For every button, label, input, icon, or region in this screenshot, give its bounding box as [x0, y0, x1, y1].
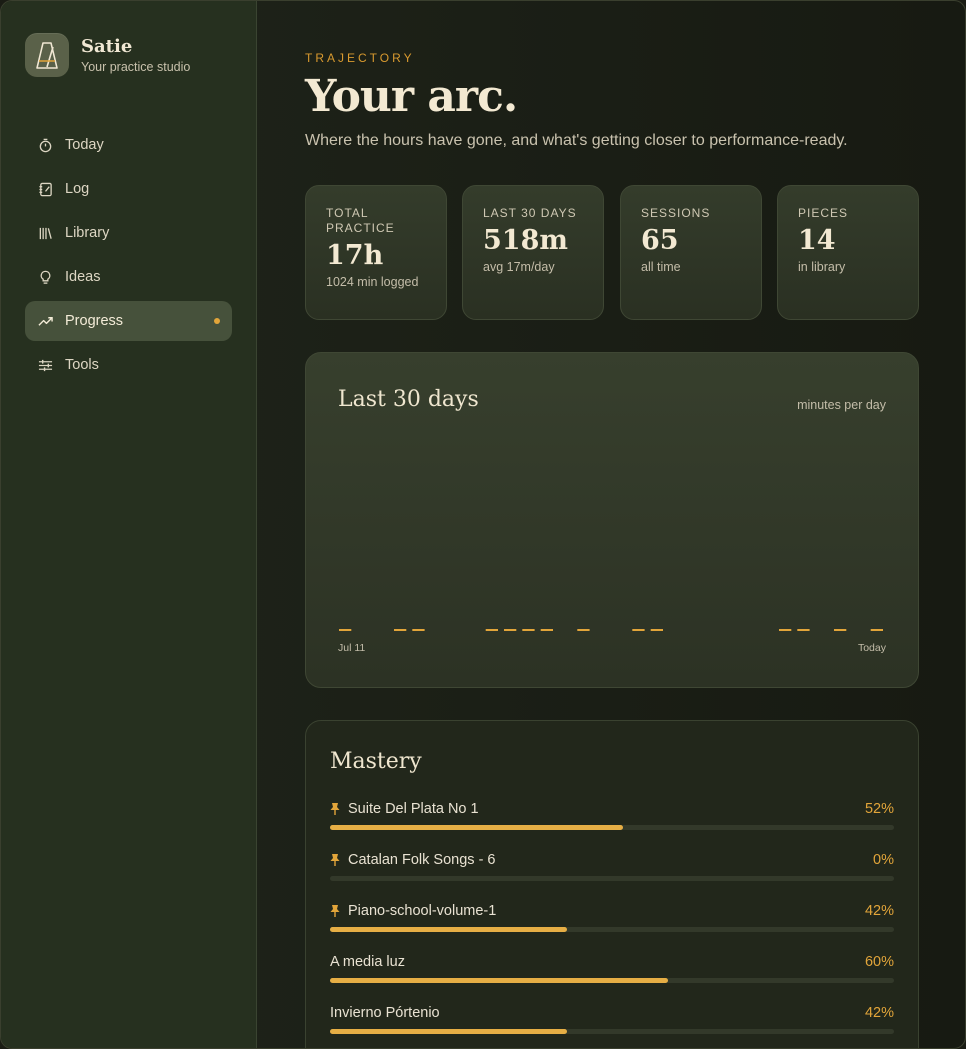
stat-value: 65	[641, 225, 679, 256]
active-indicator-dot	[214, 318, 220, 324]
chart-bar	[577, 629, 590, 631]
mastery-piece-name: Catalan Folk Songs - 6	[330, 852, 496, 868]
stat-label: LAST 30 DAYS	[483, 206, 577, 220]
sidebar-item-progress[interactable]: Progress	[25, 301, 232, 341]
mastery-progress-track	[330, 927, 894, 932]
mastery-progress-track	[330, 876, 894, 881]
stat-label: TOTAL PRACTICE	[326, 206, 395, 235]
pin-icon	[330, 803, 342, 815]
brand: Satie Your practice studio	[25, 33, 190, 77]
stat-card-sessions: SESSIONS 65 all time	[620, 185, 762, 320]
chart-bar	[779, 629, 792, 631]
sidebar: Satie Your practice studio Today Log Lib…	[1, 1, 257, 1048]
pin-icon	[330, 905, 342, 917]
page-subtitle: Where the hours have gone, and what's ge…	[305, 132, 848, 149]
mastery-progress-track	[330, 978, 894, 983]
chart-bar	[650, 629, 663, 631]
sidebar-item-label: Progress	[65, 313, 124, 329]
notebook-icon	[37, 181, 53, 197]
mastery-piece-label: Suite Del Plata No 1	[348, 801, 479, 817]
mastery-percent: 42%	[864, 1005, 894, 1021]
sidebar-item-label: Ideas	[65, 269, 101, 285]
pin-icon	[330, 854, 342, 866]
chart-bar	[870, 629, 883, 631]
stat-note: 1024 min logged	[326, 275, 419, 289]
stat-value: 518m	[483, 225, 568, 256]
sidebar-item-log[interactable]: Log	[25, 169, 232, 209]
mastery-piece-name: Piano-school-volume-1	[330, 903, 496, 919]
mastery-piece-name: Suite Del Plata No 1	[330, 801, 479, 817]
chart-bar	[394, 629, 407, 631]
sidebar-item-label: Today	[65, 137, 104, 153]
mastery-piece-label: Piano-school-volume-1	[348, 903, 497, 919]
mastery-progress-track	[330, 825, 894, 830]
mastery-title: Mastery	[330, 749, 422, 774]
sliders-icon	[37, 357, 53, 373]
main-content: TRAJECTORY Your arc. Where the hours hav…	[257, 1, 965, 1048]
mastery-piece-label: Invierno Pórtenio	[330, 1005, 440, 1021]
mastery-piece-name: Invierno Pórtenio	[330, 1005, 440, 1021]
library-icon	[37, 225, 53, 241]
page-eyebrow: TRAJECTORY	[305, 51, 415, 65]
stat-note: avg 17m/day	[483, 260, 555, 274]
chart-bar	[632, 629, 645, 631]
last-30-days-chart: Last 30 days minutes per day Jul 11 Toda…	[305, 352, 919, 688]
sidebar-item-label: Tools	[65, 357, 99, 373]
chart-bar	[797, 629, 810, 631]
chart-bar	[339, 629, 352, 631]
chart-bar	[485, 629, 498, 631]
mastery-row[interactable]: Piano-school-volume-1 42%	[330, 903, 894, 943]
sidebar-item-label: Library	[65, 225, 110, 241]
mastery-row[interactable]: A media luz 60%	[330, 954, 894, 994]
stat-note: in library	[798, 260, 846, 274]
sidebar-item-today[interactable]: Today	[25, 125, 232, 165]
mastery-percent: 52%	[864, 801, 894, 817]
chart-x-end-label: Today	[857, 642, 886, 654]
stats-row: TOTAL PRACTICE 17h 1024 min logged LAST …	[305, 185, 919, 320]
mastery-progress-track	[330, 1029, 894, 1034]
app-window: Satie Your practice studio Today Log Lib…	[0, 0, 966, 1049]
mastery-progress-fill	[330, 825, 624, 830]
mastery-percent: 60%	[864, 954, 894, 970]
stat-label: SESSIONS	[641, 206, 711, 220]
mastery-piece-name: A media luz	[330, 954, 405, 970]
chart-bar	[412, 629, 425, 631]
mastery-percent: 0%	[873, 852, 894, 868]
mastery-progress-fill	[330, 1029, 567, 1034]
sidebar-item-ideas[interactable]: Ideas	[25, 257, 232, 297]
metronome-icon	[25, 33, 69, 77]
stat-value: 17h	[326, 240, 384, 271]
stat-label: PIECES	[798, 206, 849, 220]
brand-name: Satie	[81, 36, 133, 57]
mastery-percent: 42%	[864, 903, 894, 919]
chart-bar	[834, 629, 847, 631]
stat-value: 14	[798, 225, 836, 256]
sidebar-item-tools[interactable]: Tools	[25, 345, 232, 385]
lightbulb-icon	[37, 269, 53, 285]
stat-note: all time	[641, 260, 681, 274]
mastery-piece-label: Catalan Folk Songs - 6	[348, 852, 496, 868]
stat-card-pieces: PIECES 14 in library	[777, 185, 919, 320]
mastery-progress-fill	[330, 927, 567, 932]
chart-bar	[522, 629, 535, 631]
sidebar-item-library[interactable]: Library	[25, 213, 232, 253]
mastery-piece-label: A media luz	[330, 954, 405, 970]
stat-card-last-30-days: LAST 30 DAYS 518m avg 17m/day	[462, 185, 604, 320]
stopwatch-icon	[37, 137, 53, 153]
chart-x-start-label: Jul 11	[338, 642, 366, 654]
stat-card-total-practice: TOTAL PRACTICE 17h 1024 min logged	[305, 185, 447, 320]
mastery-progress-fill	[330, 978, 669, 983]
sidebar-nav: Today Log Library Ideas Progress Tools	[25, 125, 232, 389]
page-title: Your arc.	[305, 71, 518, 122]
mastery-row[interactable]: Invierno Pórtenio 42%	[330, 1005, 894, 1045]
trending-up-icon	[37, 313, 53, 329]
chart-bar	[504, 629, 517, 631]
mastery-row[interactable]: Suite Del Plata No 1 52%	[330, 801, 894, 841]
mastery-row[interactable]: Catalan Folk Songs - 6 0%	[330, 852, 894, 892]
brand-subtitle: Your practice studio	[81, 60, 191, 74]
chart-bar	[540, 629, 553, 631]
sidebar-item-label: Log	[65, 181, 90, 197]
mastery-panel: Mastery Suite Del Plata No 1 52% Catalan F…	[305, 720, 919, 1048]
chart-plot	[339, 629, 883, 631]
